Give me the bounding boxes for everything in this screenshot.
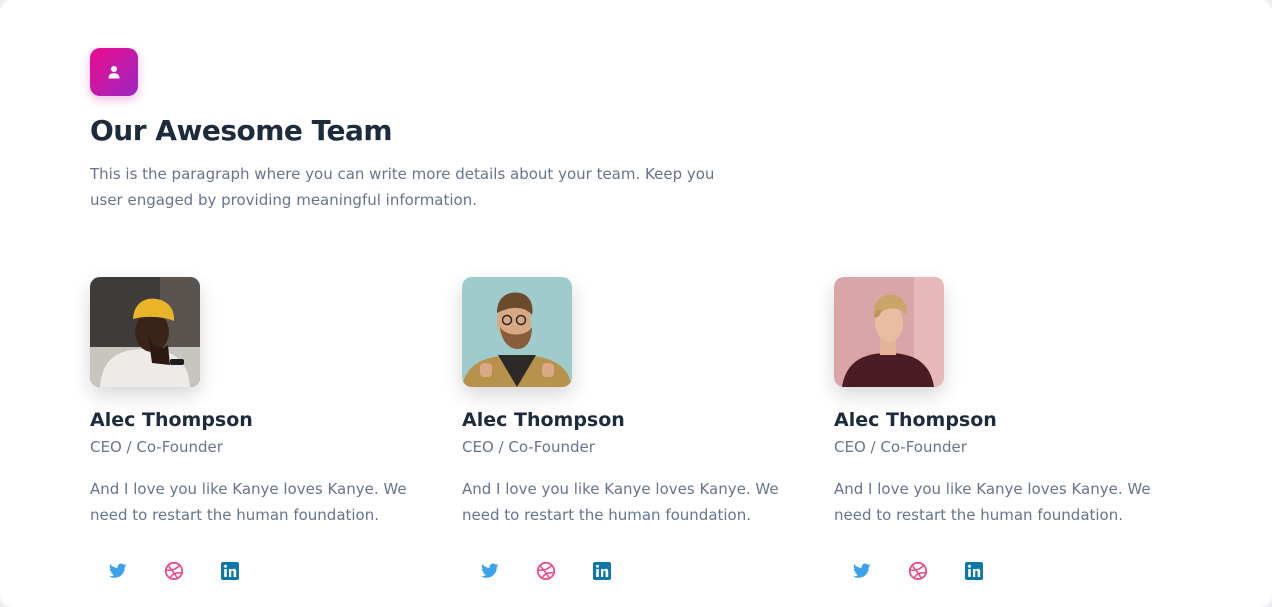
member-description: And I love you like Kanye loves Kanye. W… bbox=[834, 480, 1151, 524]
member-name: Alec Thompson bbox=[90, 409, 253, 431]
team-member-card: Alec Thompson CEO / Co-Founder And I lov… bbox=[462, 277, 802, 581]
avatar bbox=[834, 277, 944, 387]
member-role: CEO / Co-Founder bbox=[834, 438, 967, 456]
section-description: This is the paragraph where you can writ… bbox=[90, 165, 715, 209]
member-name: Alec Thompson bbox=[834, 409, 997, 431]
social-links bbox=[462, 559, 630, 583]
section-title: Our Awesome Team bbox=[90, 114, 393, 147]
social-links bbox=[90, 559, 258, 583]
linkedin-icon[interactable] bbox=[202, 559, 258, 583]
team-section-card: Our Awesome Team This is the paragraph w… bbox=[0, 0, 1272, 607]
twitter-icon[interactable] bbox=[834, 559, 890, 583]
dribbble-icon[interactable] bbox=[146, 559, 202, 583]
member-name: Alec Thompson bbox=[462, 409, 625, 431]
dribbble-icon[interactable] bbox=[890, 559, 946, 583]
member-role: CEO / Co-Founder bbox=[90, 438, 223, 456]
dribbble-icon[interactable] bbox=[518, 559, 574, 583]
avatar bbox=[90, 277, 200, 387]
linkedin-icon[interactable] bbox=[946, 559, 1002, 583]
member-description: And I love you like Kanye loves Kanye. W… bbox=[90, 480, 407, 524]
user-icon bbox=[90, 48, 138, 96]
social-links bbox=[834, 559, 1002, 583]
team-member-card: Alec Thompson CEO / Co-Founder And I lov… bbox=[90, 277, 430, 581]
member-role: CEO / Co-Founder bbox=[462, 438, 595, 456]
twitter-icon[interactable] bbox=[90, 559, 146, 583]
team-member-card: Alec Thompson CEO / Co-Founder And I lov… bbox=[834, 277, 1174, 581]
twitter-icon[interactable] bbox=[462, 559, 518, 583]
avatar bbox=[462, 277, 572, 387]
member-description: And I love you like Kanye loves Kanye. W… bbox=[462, 480, 779, 524]
linkedin-icon[interactable] bbox=[574, 559, 630, 583]
